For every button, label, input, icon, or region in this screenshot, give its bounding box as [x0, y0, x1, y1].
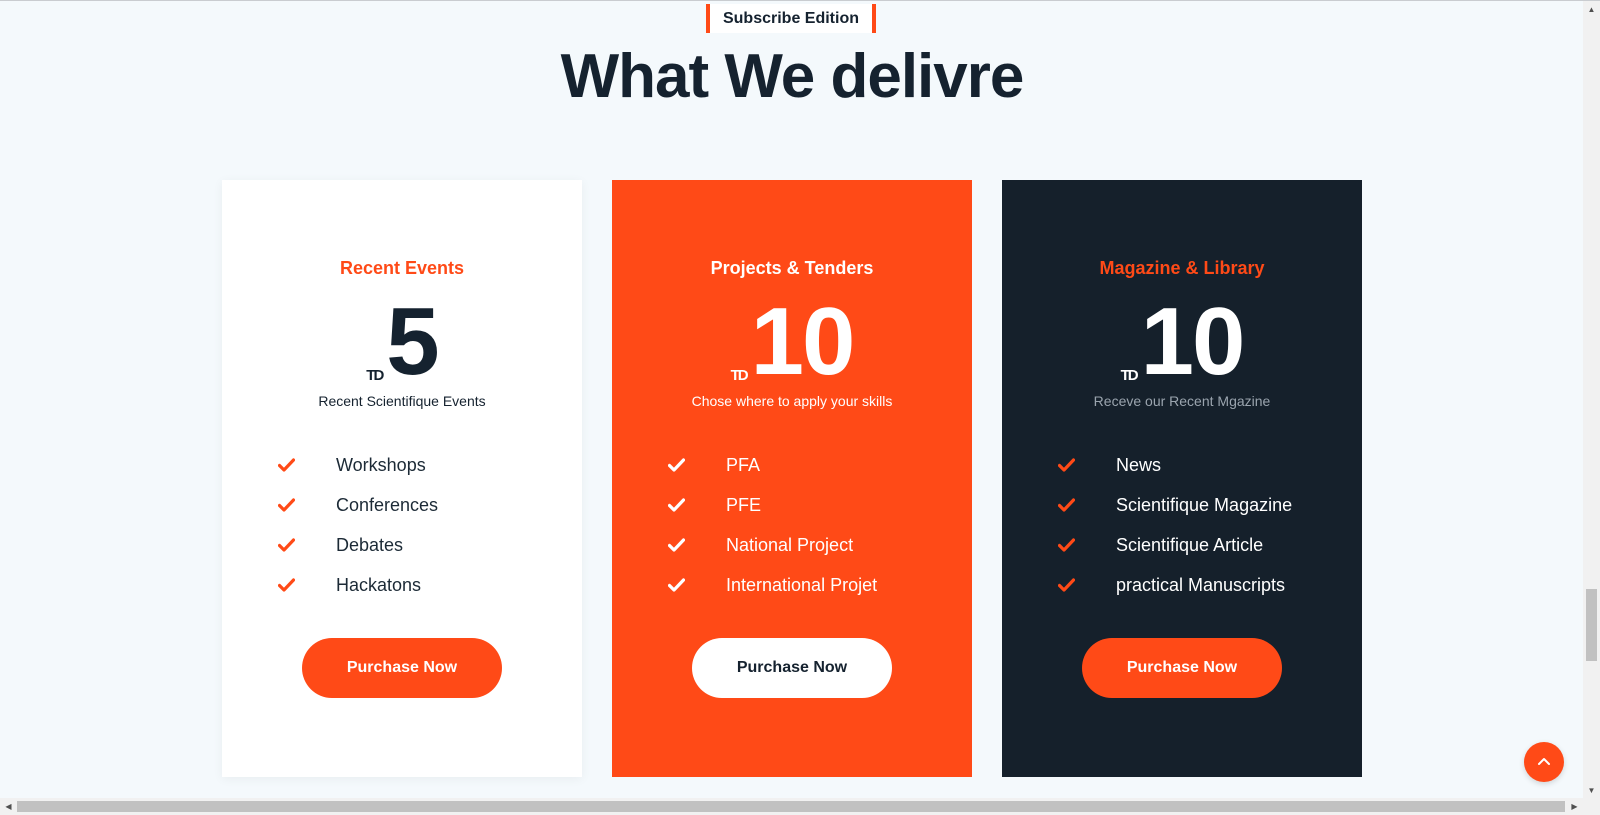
card-title: Magazine & Library — [1099, 258, 1265, 278]
scroll-up-arrow-icon[interactable]: ▲ — [1583, 1, 1600, 18]
feature-list: Workshops Conferences Debates Hackatons — [278, 445, 438, 605]
feature-label: Scientifique Article — [1116, 534, 1264, 555]
feature-label: PFA — [726, 454, 761, 475]
check-icon — [1058, 538, 1116, 552]
feature-item: PFA — [668, 445, 877, 485]
feature-item: practical Manuscripts — [1058, 565, 1292, 605]
card-title: Recent Events — [339, 258, 465, 278]
check-icon — [668, 578, 726, 592]
check-icon — [668, 458, 726, 472]
check-icon — [278, 498, 336, 512]
price-currency: TD — [730, 367, 749, 384]
purchase-now-button[interactable]: Purchase Now — [302, 638, 502, 698]
price: TD 5 — [222, 290, 582, 390]
feature-item: Hackatons — [278, 565, 438, 605]
feature-item: Workshops — [278, 445, 438, 485]
back-to-top-button[interactable] — [1524, 742, 1564, 782]
scroll-right-arrow-icon[interactable]: ▶ — [1566, 798, 1583, 815]
price-amount: 10 — [750, 288, 856, 395]
scroll-down-arrow-icon[interactable]: ▼ — [1583, 782, 1600, 799]
card-title: Projects & Tenders — [710, 258, 874, 278]
feature-label: Scientifique Magazine — [1116, 494, 1293, 515]
vertical-scroll-thumb[interactable] — [1586, 589, 1597, 661]
feature-label: National Project — [726, 534, 854, 555]
feature-label: Hackatons — [336, 574, 422, 595]
pricing-card-magazine-library: Magazine & Library TD 10 Receve our Rece… — [1002, 180, 1362, 777]
feature-item: Debates — [278, 525, 438, 565]
check-icon — [278, 578, 336, 592]
check-icon — [668, 498, 726, 512]
feature-label: Debates — [336, 534, 404, 555]
feature-item: International Projet — [668, 565, 877, 605]
check-icon — [1058, 498, 1116, 512]
feature-label: PFE — [726, 494, 762, 515]
feature-label: practical Manuscripts — [1116, 574, 1286, 595]
feature-label: International Projet — [726, 574, 878, 595]
price-currency: TD — [1120, 367, 1139, 384]
horizontal-scroll-thumb[interactable] — [17, 801, 1565, 812]
card-subtitle: Recent Scientifique Events — [318, 393, 486, 409]
pricing-card-projects-tenders: Projects & Tenders TD 10 Chose where to … — [612, 180, 972, 777]
feature-label: News — [1116, 454, 1162, 475]
pricing-card-recent-events: Recent Events TD 5 Recent Scientifique E… — [222, 180, 582, 777]
horizontal-scrollbar[interactable]: ◀ ▶ — [0, 798, 1600, 815]
check-icon — [1058, 458, 1116, 472]
price: TD 10 — [612, 290, 972, 390]
feature-item: Scientifique Article — [1058, 525, 1292, 565]
check-icon — [668, 538, 726, 552]
feature-list: PFA PFE National Project International P… — [668, 445, 877, 605]
card-subtitle: Receve our Recent Mgazine — [1093, 393, 1271, 409]
check-icon — [1058, 578, 1116, 592]
purchase-now-button[interactable]: Purchase Now — [692, 638, 892, 698]
price-amount: 5 — [386, 288, 439, 395]
check-icon — [278, 458, 336, 472]
check-icon — [278, 538, 336, 552]
price: TD 10 — [1002, 290, 1362, 390]
feature-list: News Scientifique Magazine Scientifique … — [1058, 445, 1292, 605]
feature-item: Conferences — [278, 485, 438, 525]
feature-label: Workshops — [336, 454, 426, 475]
scroll-left-arrow-icon[interactable]: ◀ — [0, 798, 17, 815]
feature-item: News — [1058, 445, 1292, 485]
price-amount: 10 — [1140, 288, 1246, 395]
chevron-up-icon — [1537, 753, 1551, 771]
feature-label: Conferences — [336, 494, 439, 515]
page: Subscribe Edition What We delivre Recent… — [0, 0, 1600, 815]
vertical-scrollbar[interactable]: ▲ ▼ — [1583, 1, 1600, 799]
price-currency: TD — [366, 367, 384, 384]
feature-item: PFE — [668, 485, 877, 525]
section-eyebrow: Subscribe Edition — [706, 4, 876, 33]
section-title: What We delivre — [560, 42, 1025, 111]
feature-item: Scientifique Magazine — [1058, 485, 1292, 525]
card-subtitle: Chose where to apply your skills — [691, 393, 893, 409]
purchase-now-button[interactable]: Purchase Now — [1082, 638, 1282, 698]
feature-item: National Project — [668, 525, 877, 565]
